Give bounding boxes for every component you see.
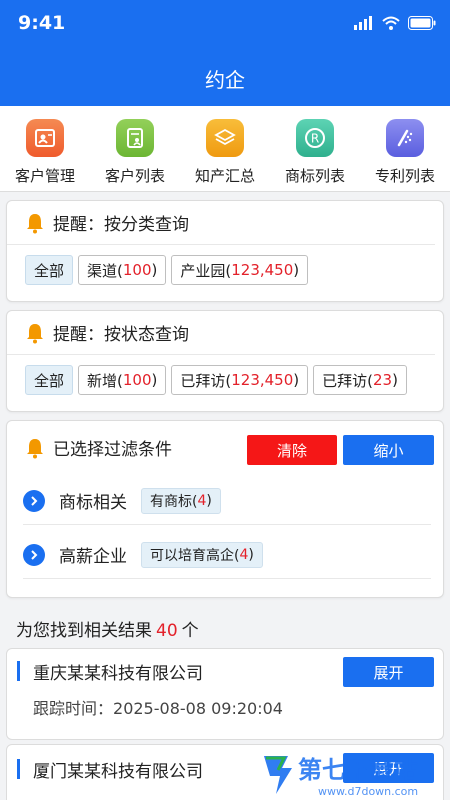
status-filter-card: 提醒：按状态查询 全部 新增(100) 已拜访(123,450) 已拜访(23) — [6, 310, 444, 412]
watermark-text: 第七下载站 — [298, 756, 418, 784]
chip-count: 100 — [122, 261, 152, 279]
filter-name: 商标相关 — [59, 493, 127, 513]
collapse-button[interactable]: 缩小 — [343, 435, 434, 465]
chip-label: 可以培育高企( — [150, 547, 240, 564]
category-chips: 全部 渠道(100) 产业园(123,450) — [7, 245, 443, 285]
chip-suffix: ) — [206, 492, 212, 509]
chip-all[interactable]: 全部 — [25, 365, 74, 395]
card-title: 已选择过滤条件 — [53, 440, 172, 460]
results-suffix: 个 — [181, 621, 199, 641]
chip-new[interactable]: 新增(100) — [78, 365, 167, 395]
expand-button[interactable]: 展开 — [343, 657, 434, 687]
nav-item-trademark-list[interactable]: R 商标列表 — [270, 106, 360, 191]
company-name: 厦门某某科技有限公司 — [33, 762, 203, 782]
accent-bar — [17, 661, 20, 681]
battery-icon — [408, 16, 436, 30]
watermark-graphic: 第七下载站 www.d7down.com — [264, 756, 418, 798]
chip-label: 已拜访( — [322, 371, 373, 390]
results-summary: 为您找到相关结果 40 个 — [16, 616, 199, 641]
status-chips: 全部 新增(100) 已拜访(123,450) 已拜访(23) — [7, 355, 443, 395]
watermark-url: www.d7down.com — [318, 785, 418, 798]
chip-suffix: ) — [151, 261, 158, 279]
chevron-right-icon — [23, 489, 45, 512]
accent-bar — [17, 759, 20, 779]
app-header: 9:41 约企 — [0, 0, 450, 106]
chip-visited[interactable]: 已拜访(123,450) — [171, 365, 309, 395]
nav-item-patent-list[interactable]: 专利列表 — [360, 106, 450, 191]
status-icons — [354, 16, 436, 30]
chip-suffix: ) — [293, 261, 300, 279]
bell-icon — [27, 213, 43, 233]
card-title: 提醒：按状态查询 — [53, 325, 189, 345]
nav-label: 客户管理 — [14, 167, 75, 185]
filter-row-trademark[interactable]: 商标相关 有商标(4) — [23, 477, 431, 525]
chip-label: 全部 — [34, 371, 65, 390]
chip-count: 4 — [239, 546, 249, 563]
chip-count: 123,450 — [231, 261, 294, 279]
wifi-icon — [382, 16, 400, 30]
results-count: 40 — [156, 621, 178, 641]
chip-suffix: ) — [392, 371, 398, 389]
filter-chip[interactable]: 有商标(4) — [141, 487, 221, 514]
chip-count: 100 — [122, 371, 152, 389]
patent-icon — [386, 119, 424, 157]
track-time: 跟踪时间：2025-08-08 09:20:04 — [33, 695, 283, 719]
results-prefix: 为您找到相关结果 — [16, 621, 152, 641]
category-filter-card: 提醒：按分类查询 全部 渠道(100) 产业园(123,450) — [6, 200, 444, 302]
quick-nav: 客户管理 客户列表 知产汇总 R 商标列表 专利列表 — [0, 106, 450, 192]
chip-suffix: ) — [248, 546, 254, 563]
id-card-icon — [26, 119, 64, 157]
card-header: 已选择过滤条件 — [25, 435, 172, 460]
chip-visited-2[interactable]: 已拜访(23) — [313, 365, 407, 395]
nav-label: 专利列表 — [374, 167, 435, 185]
chip-suffix: ) — [293, 371, 300, 389]
chip-label: 已拜访( — [180, 371, 232, 390]
chip-suffix: ) — [151, 371, 158, 389]
page-title: 约企 — [205, 68, 245, 92]
chip-count: 4 — [197, 492, 207, 509]
nav-label: 知产汇总 — [194, 167, 255, 185]
nav-item-ip-summary[interactable]: 知产汇总 — [180, 106, 270, 191]
layers-icon — [206, 119, 244, 157]
filter-chip[interactable]: 可以培育高企(4) — [141, 541, 263, 568]
filter-name: 高薪企业 — [59, 547, 127, 567]
registered-trademark-icon: R — [296, 119, 334, 157]
chip-count: 23 — [372, 371, 393, 389]
contact-list-icon — [116, 119, 154, 157]
company-name: 重庆某某科技有限公司 — [33, 664, 203, 684]
card-header: 提醒：按分类查询 — [7, 201, 435, 245]
chip-channel[interactable]: 渠道(100) — [78, 255, 167, 285]
track-label: 跟踪时间： — [33, 699, 114, 718]
track-value: 2025-08-08 09:20:04 — [113, 699, 283, 718]
filter-row-high-tech[interactable]: 高薪企业 可以培育高企(4) — [23, 531, 431, 579]
chip-all[interactable]: 全部 — [25, 255, 74, 285]
clear-button[interactable]: 清除 — [247, 435, 337, 465]
status-time: 9:41 — [18, 12, 66, 34]
watermark-logo: 第七下载站 www.d7down.com — [258, 748, 448, 798]
chip-industrial-park[interactable]: 产业园(123,450) — [171, 255, 309, 285]
svg-text:R: R — [311, 132, 319, 146]
bell-icon — [27, 323, 43, 343]
chevron-right-icon — [23, 543, 45, 566]
card-header: 提醒：按状态查询 — [7, 311, 435, 355]
result-item[interactable]: 重庆某某科技有限公司 展开 跟踪时间：2025-08-08 09:20:04 — [6, 648, 444, 740]
signal-icon — [354, 16, 372, 30]
chip-label: 有商标( — [150, 493, 198, 510]
card-title: 提醒：按分类查询 — [53, 215, 189, 235]
nav-item-customer-management[interactable]: 客户管理 — [0, 106, 90, 191]
chip-label: 产业园( — [180, 261, 232, 280]
nav-label: 商标列表 — [284, 167, 345, 185]
selected-filters-card: 已选择过滤条件 清除 缩小 商标相关 有商标(4) 高薪企业 可以培育高企(4) — [6, 420, 444, 598]
nav-label: 客户列表 — [104, 167, 165, 185]
chip-count: 123,450 — [231, 371, 294, 389]
chip-label: 全部 — [34, 261, 65, 280]
chip-label: 新增( — [87, 371, 123, 390]
chip-label: 渠道( — [87, 261, 123, 280]
nav-item-customer-list[interactable]: 客户列表 — [90, 106, 180, 191]
bell-icon — [27, 438, 43, 458]
